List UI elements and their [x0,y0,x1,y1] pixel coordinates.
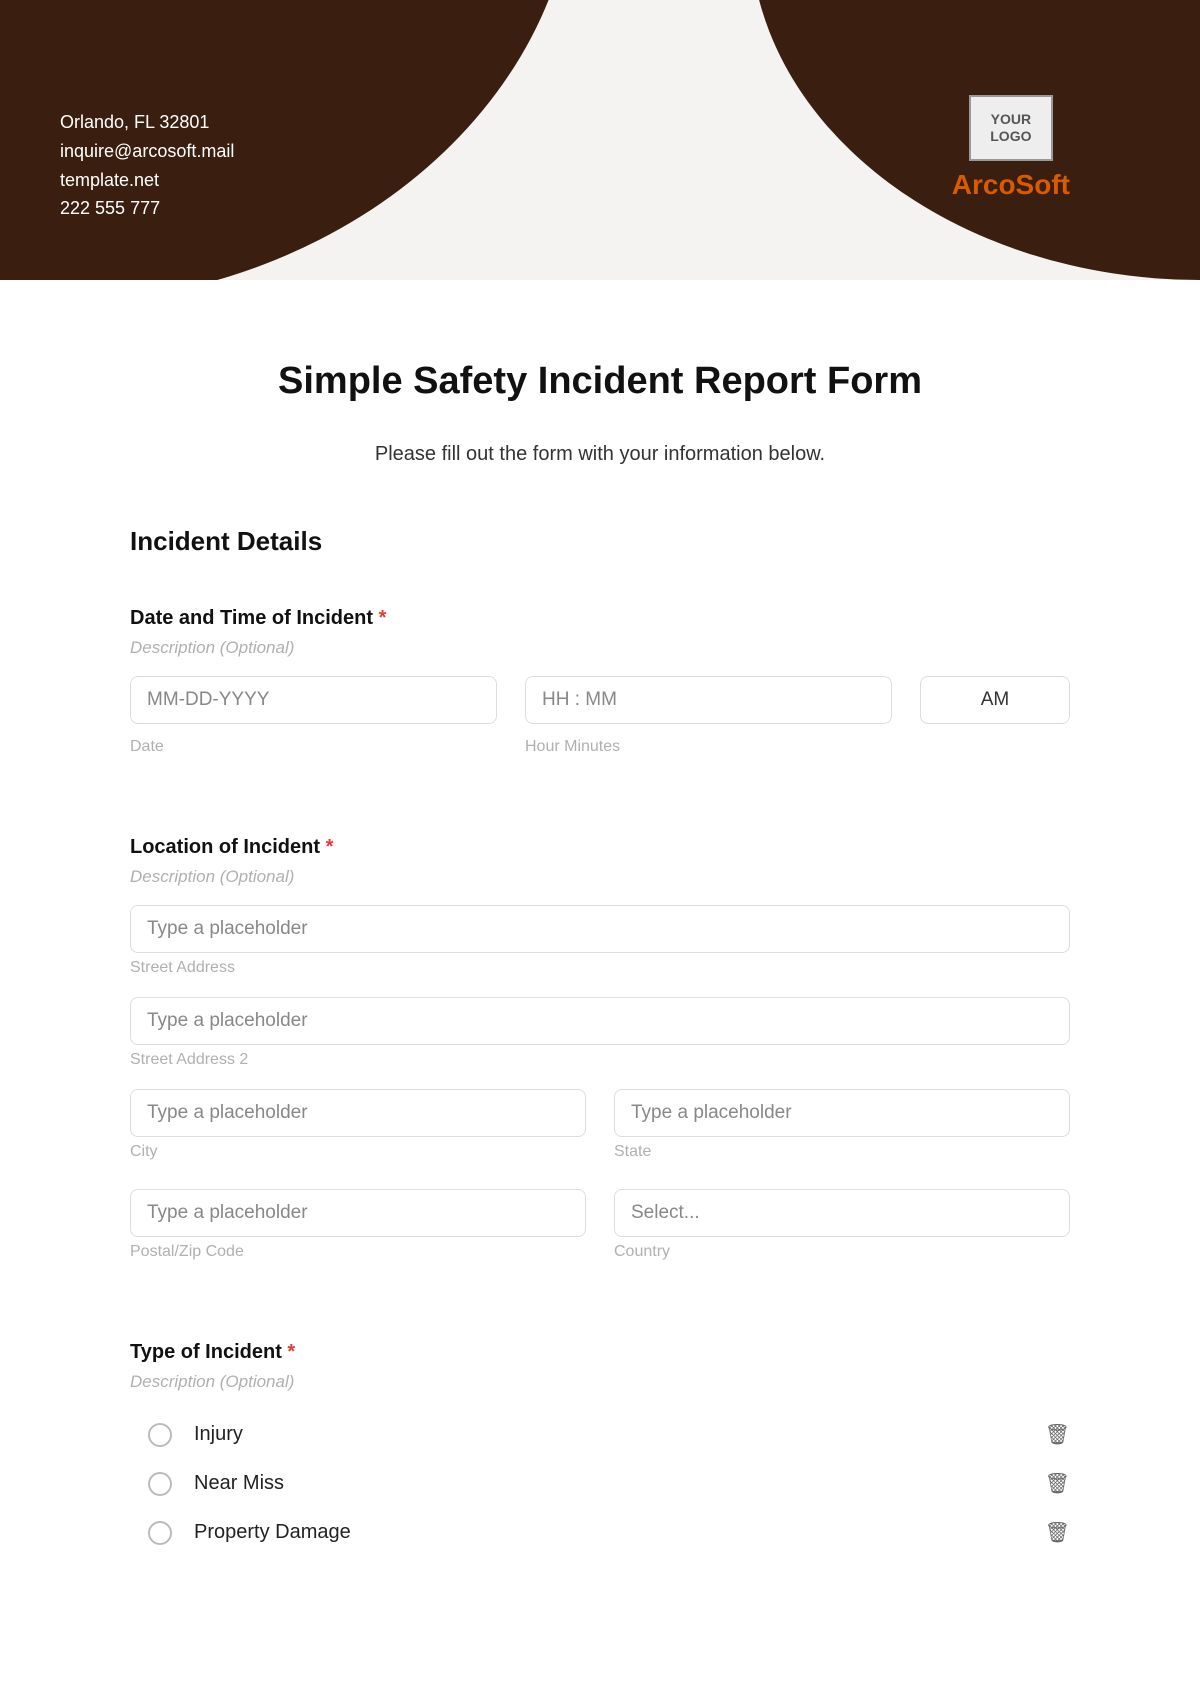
time-sublabel: Hour Minutes [525,738,892,756]
postal-input[interactable] [130,1189,586,1237]
form-subtitle: Please fill out the form with your infor… [130,443,1070,466]
city-input[interactable] [130,1089,586,1137]
brand-name: ArcoSoft [952,169,1070,201]
datetime-label: Date and Time of Incident * [130,607,1070,630]
contact-address: Orlando, FL 32801 [60,108,234,137]
state-input[interactable] [614,1089,1070,1137]
section-incident-details: Incident Details [130,526,1070,557]
ampm-select[interactable]: AM [920,676,1070,724]
state-sublabel: State [614,1143,1070,1161]
city-sublabel: City [130,1143,586,1161]
street2-input[interactable] [130,997,1070,1045]
trash-icon[interactable]: 🗑 [1045,1422,1070,1447]
street2-sublabel: Street Address 2 [130,1051,1070,1069]
street-sublabel: Street Address [130,959,1070,977]
date-input[interactable] [130,676,497,724]
type-desc: Description (Optional) [130,1372,1070,1392]
page-header: Orlando, FL 32801 inquire@arcosoft.mail … [0,0,1200,280]
location-label: Location of Incident * [130,836,1070,859]
form-content: Simple Safety Incident Report Form Pleas… [0,280,1200,1657]
country-sublabel: Country [614,1243,1070,1261]
logo-area: YOUR LOGO ArcoSoft [952,95,1070,201]
trash-icon[interactable]: 🗑 [1045,1471,1070,1496]
radio-icon [148,1521,172,1545]
datetime-desc: Description (Optional) [130,638,1070,658]
postal-sublabel: Postal/Zip Code [130,1243,586,1261]
radio-icon [148,1423,172,1447]
trash-icon[interactable]: 🗑 [1045,1520,1070,1545]
logo-placeholder: YOUR LOGO [969,95,1053,161]
contact-email: inquire@arcosoft.mail [60,137,234,166]
country-select[interactable] [614,1189,1070,1237]
field-location: Location of Incident * Description (Opti… [130,836,1070,1281]
location-desc: Description (Optional) [130,867,1070,887]
radio-option-property[interactable]: Property Damage 🗑 [130,1508,1070,1557]
radio-option-nearmiss[interactable]: Near Miss 🗑 [130,1459,1070,1508]
contact-website: template.net [60,166,234,195]
field-type: Type of Incident * Description (Optional… [130,1341,1070,1557]
radio-option-injury[interactable]: Injury 🗑 [130,1410,1070,1459]
field-datetime: Date and Time of Incident * Description … [130,607,1070,776]
time-input[interactable] [525,676,892,724]
radio-icon [148,1472,172,1496]
contact-phone: 222 555 777 [60,194,234,223]
form-title: Simple Safety Incident Report Form [130,360,1070,403]
contact-info: Orlando, FL 32801 inquire@arcosoft.mail … [60,108,234,223]
date-sublabel: Date [130,738,497,756]
street-input[interactable] [130,905,1070,953]
type-label: Type of Incident * [130,1341,1070,1364]
